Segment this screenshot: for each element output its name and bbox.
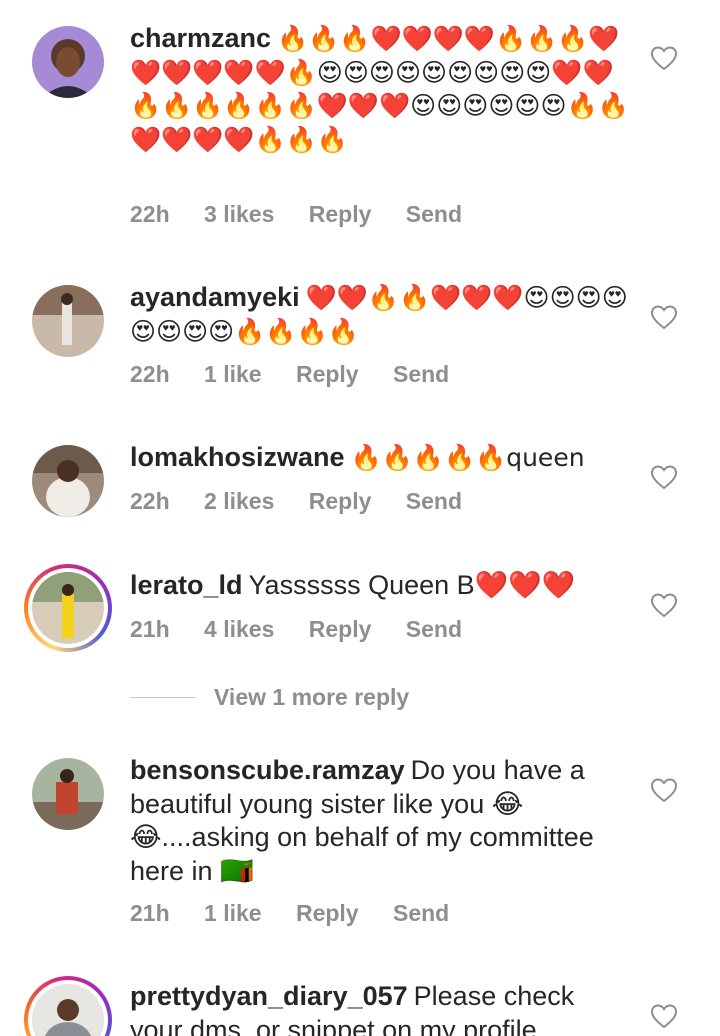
avatar[interactable]	[32, 285, 104, 357]
send-button[interactable]: Send	[406, 488, 462, 514]
comment-text: 🔥🔥🔥🔥🔥queen	[350, 443, 585, 472]
comment-time: 21h	[130, 616, 170, 642]
heart-outline-icon[interactable]	[650, 592, 678, 618]
comment-time: 22h	[130, 201, 170, 227]
comment-time: 22h	[130, 361, 170, 387]
avatar	[32, 572, 104, 644]
divider	[130, 697, 196, 698]
story-ring-avatar[interactable]	[24, 976, 112, 1036]
comment-likes[interactable]: 2 likes	[204, 488, 274, 514]
comment-time: 22h	[130, 488, 170, 514]
reply-button[interactable]: Reply	[309, 616, 372, 642]
avatar[interactable]	[32, 758, 104, 830]
view-more-replies[interactable]: View 1 more reply	[130, 684, 409, 711]
avatar[interactable]	[32, 445, 104, 517]
heart-outline-icon[interactable]	[650, 464, 678, 490]
send-button[interactable]: Send	[393, 361, 449, 387]
send-button[interactable]: Send	[393, 900, 449, 926]
send-button[interactable]: Send	[406, 616, 462, 642]
story-ring-avatar[interactable]	[24, 564, 112, 652]
comment-likes[interactable]: 3 likes	[204, 201, 274, 227]
reply-button[interactable]: Reply	[296, 361, 359, 387]
avatar[interactable]	[32, 26, 104, 98]
heart-outline-icon[interactable]	[650, 777, 678, 803]
reply-button[interactable]: Reply	[309, 201, 372, 227]
heart-outline-icon[interactable]	[650, 45, 678, 71]
view-more-label[interactable]: View 1 more reply	[214, 684, 409, 711]
comment-username[interactable]: ayandamyeki	[130, 282, 300, 312]
comment-likes[interactable]: 1 like	[204, 361, 262, 387]
comment-likes[interactable]: 4 likes	[204, 616, 274, 642]
reply-button[interactable]: Reply	[296, 900, 359, 926]
comment-likes[interactable]: 1 like	[204, 900, 262, 926]
heart-outline-icon[interactable]	[650, 1003, 678, 1029]
comment-text: Yassssss Queen B❤️❤️❤️	[248, 570, 576, 600]
comment-username[interactable]: prettydyan_diary_057	[130, 981, 408, 1011]
comment-time: 21h	[130, 900, 170, 926]
comment-username[interactable]: bensonscube.ramzay	[130, 755, 405, 785]
comment-username[interactable]: charmzanc	[130, 23, 271, 53]
reply-button[interactable]: Reply	[309, 488, 372, 514]
comment-username[interactable]: lomakhosizwane	[130, 442, 345, 472]
heart-outline-icon[interactable]	[650, 304, 678, 330]
comment-username[interactable]: lerato_ld	[130, 570, 243, 600]
send-button[interactable]: Send	[406, 201, 462, 227]
